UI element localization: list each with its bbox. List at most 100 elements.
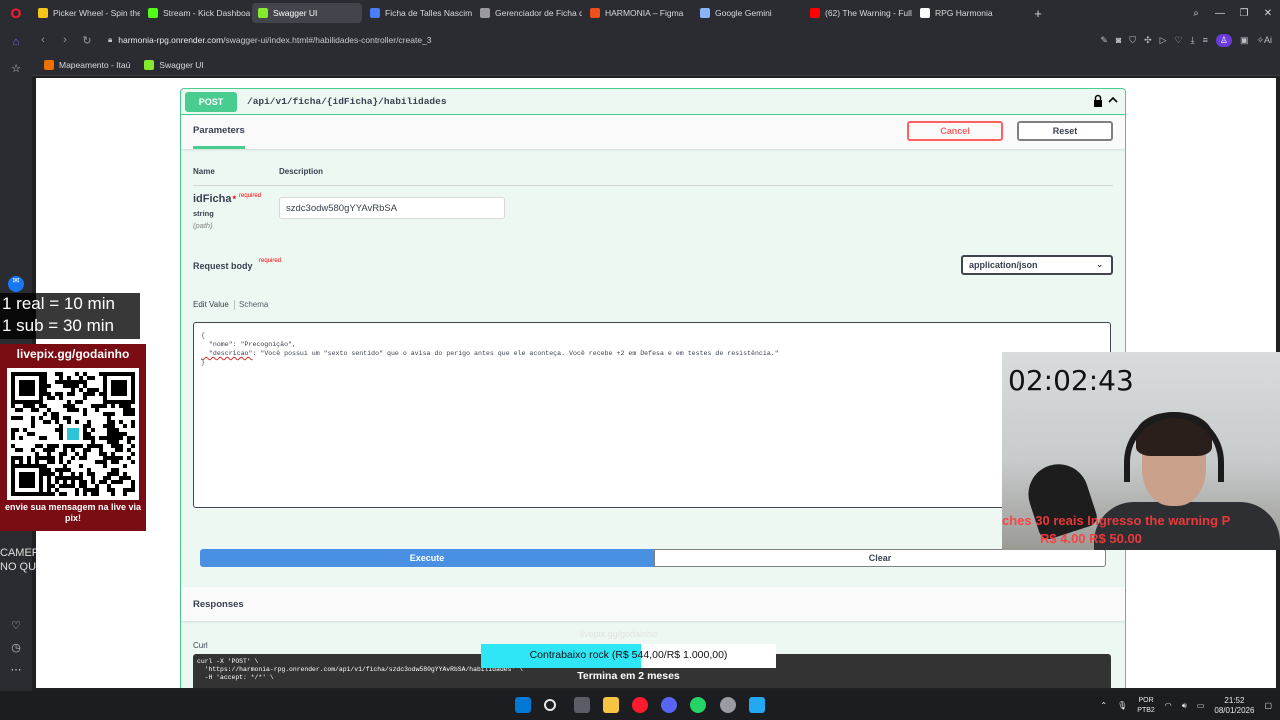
address-bar: ‹ › ↻ 🔒︎ harmonia-rpg.onrender.com/swagg…	[32, 26, 1280, 54]
bookmarks-bar: Mapeamento - Itaú Swagger UI	[32, 54, 1280, 76]
new-tab-icon[interactable]: +	[1030, 6, 1046, 21]
tab-label: HARMONIA – Figma	[605, 8, 684, 18]
maximize-icon[interactable]: ❐	[1232, 8, 1256, 19]
operation-path: /api/v1/ficha/{idFicha}/habilidades	[247, 96, 447, 107]
discord-icon[interactable]	[661, 697, 677, 713]
rate-line: 1 real = 10 min	[2, 294, 115, 313]
vscode-icon[interactable]	[749, 697, 765, 713]
camera-icon[interactable]: ◙	[1116, 35, 1121, 45]
clear-button[interactable]: Clear	[654, 549, 1106, 567]
curl-line: 'https://harmonia-rpg.onrender.com/api/v…	[197, 666, 523, 673]
edit-icon[interactable]: ✎	[1100, 35, 1108, 46]
tab-separator	[234, 300, 235, 310]
settings-icon[interactable]	[720, 697, 736, 713]
whatsapp-icon[interactable]	[690, 697, 706, 713]
camera-notice: CAMERA TAMPANDO NO QUE MOSTRAR	[0, 546, 150, 574]
browser-tab[interactable]: Swagger UI	[252, 3, 362, 23]
webcam-overlay: 02:02:43 ches 30 reais Ingresso the warn…	[1002, 352, 1280, 550]
tab-schema[interactable]: Schema	[239, 300, 268, 309]
ticker-line: R$ 4.00 R$ 50.00	[1040, 531, 1142, 546]
tab-favicon-icon	[480, 8, 490, 18]
box-icon[interactable]: ▣	[1240, 35, 1249, 46]
tab-label: Google Gemini	[715, 8, 772, 18]
star-icon[interactable]: ☆	[8, 62, 24, 78]
tab-label: (62) The Warning - Full Co	[825, 8, 912, 18]
shield-icon[interactable]: ⛉	[1129, 35, 1136, 46]
tab-label: Swagger UI	[273, 8, 318, 18]
heart-icon[interactable]: ♡	[8, 619, 24, 635]
windows-start-icon[interactable]	[515, 697, 531, 713]
url-field[interactable]: 🔒︎ harmonia-rpg.onrender.com/swagger-ui/…	[108, 35, 432, 45]
json-line: }	[201, 359, 205, 366]
browser-tab[interactable]: Picker Wheel - Spin the W	[32, 3, 140, 23]
tab-favicon-icon	[370, 8, 380, 18]
param-location: (path)	[193, 221, 213, 230]
battery-icon[interactable]: ▭	[1197, 701, 1205, 710]
browser-tab[interactable]: Ficha de Talles Nasciment	[364, 3, 472, 23]
content-type-select[interactable]: application/json ⌄	[961, 255, 1113, 275]
more-icon[interactable]: ⋯	[8, 663, 24, 679]
download-icon[interactable]: ⤓	[1191, 35, 1195, 46]
required-star: *	[232, 194, 237, 204]
volume-icon[interactable]: 🔊︎	[1182, 701, 1187, 711]
cancel-button[interactable]: Cancel	[907, 121, 1003, 141]
pix-message: envie sua mensagem na live via pix!	[4, 502, 142, 523]
browser-tab[interactable]: (62) The Warning - Full Co	[804, 3, 912, 23]
chevron-up-icon[interactable]: ⌃	[1100, 701, 1107, 710]
messenger-icon[interactable]: ✉	[8, 276, 24, 292]
browser-tab[interactable]: HARMONIA – Figma	[584, 3, 692, 23]
task-view-icon[interactable]	[574, 697, 590, 713]
wifi-icon[interactable]: ◠	[1165, 701, 1172, 710]
home-icon[interactable]: ⌂	[8, 36, 24, 52]
pix-overlay: livepix.gg/godainho envie sua mensagem n…	[0, 344, 146, 531]
back-icon[interactable]: ‹	[32, 34, 54, 46]
operation-header[interactable]: POST /api/v1/ficha/{idFicha}/habilidades	[181, 89, 1125, 115]
menu-icon[interactable]: ≡	[1203, 35, 1208, 45]
idficha-input[interactable]	[279, 197, 505, 219]
file-explorer-icon[interactable]	[603, 697, 619, 713]
browser-tab[interactable]: RPG Harmonia	[914, 3, 1022, 23]
bookmark-item[interactable]: Swagger UI	[144, 59, 204, 70]
request-body-editor[interactable]: { "nome": "Precognição", "descricao": "V…	[193, 322, 1111, 508]
donation-rate-overlay: 1 real = 10 min 1 sub = 30 min	[0, 293, 140, 339]
tab-label: Gerenciador de Ficha de R	[495, 8, 582, 18]
lock-icon[interactable]	[1093, 94, 1103, 108]
history-icon[interactable]: ◷	[8, 641, 24, 657]
reload-icon[interactable]: ↻	[76, 34, 98, 47]
search-icon[interactable]: ⌕	[1184, 8, 1208, 19]
opera-icon[interactable]	[632, 697, 648, 713]
bookmark-item[interactable]: Mapeamento - Itaú	[44, 59, 131, 70]
notification-icon[interactable]: ▢	[1264, 701, 1272, 710]
ai-icon[interactable]: ✧Ai	[1256, 35, 1272, 46]
microphone-icon[interactable]: 🎙︎	[1117, 701, 1127, 710]
opera-logo-icon[interactable]: O	[0, 0, 32, 26]
language-indicator[interactable]: POR PTB2	[1137, 696, 1155, 716]
forward-icon[interactable]: ›	[54, 34, 76, 46]
play-icon[interactable]: ▷	[1160, 35, 1167, 46]
profile-icon[interactable]: ♙	[1215, 33, 1232, 47]
extensions-icon[interactable]: ✣	[1144, 35, 1152, 46]
clock[interactable]: 21:52 08/01/2026	[1214, 696, 1254, 716]
content-type-value: application/json	[969, 260, 1038, 270]
parameters-tab[interactable]: Parameters	[193, 115, 245, 149]
tab-label: Ficha de Talles Nasciment	[385, 8, 472, 18]
browser-tab[interactable]: Gerenciador de Ficha de R	[474, 3, 582, 23]
execute-button[interactable]: Execute	[200, 549, 654, 567]
browser-tab[interactable]: Google Gemini	[694, 3, 802, 23]
heart-outline-icon[interactable]: ♡	[1175, 35, 1183, 46]
param-type: string	[193, 209, 214, 218]
stream-timer: 02:02:43	[1008, 364, 1134, 397]
reset-button[interactable]: Reset	[1017, 121, 1113, 141]
goal-end: Termina em 2 meses	[577, 670, 680, 682]
url-host: harmonia-rpg.onrender.com	[118, 35, 224, 45]
chevron-up-icon[interactable]	[1107, 94, 1119, 106]
curl-line: curl -X 'POST' \	[197, 658, 259, 665]
close-icon[interactable]: ✕	[1256, 8, 1280, 19]
search-icon[interactable]	[544, 699, 556, 711]
tab-favicon-icon	[258, 8, 268, 18]
watermark: livepix.gg/godainho	[580, 629, 658, 639]
browser-tab[interactable]: Stream - Kick Dashboard	[142, 3, 250, 23]
bookmark-label: Mapeamento - Itaú	[59, 59, 131, 70]
minimize-icon[interactable]: —	[1208, 8, 1232, 19]
tab-edit-value[interactable]: Edit Value	[193, 300, 229, 309]
